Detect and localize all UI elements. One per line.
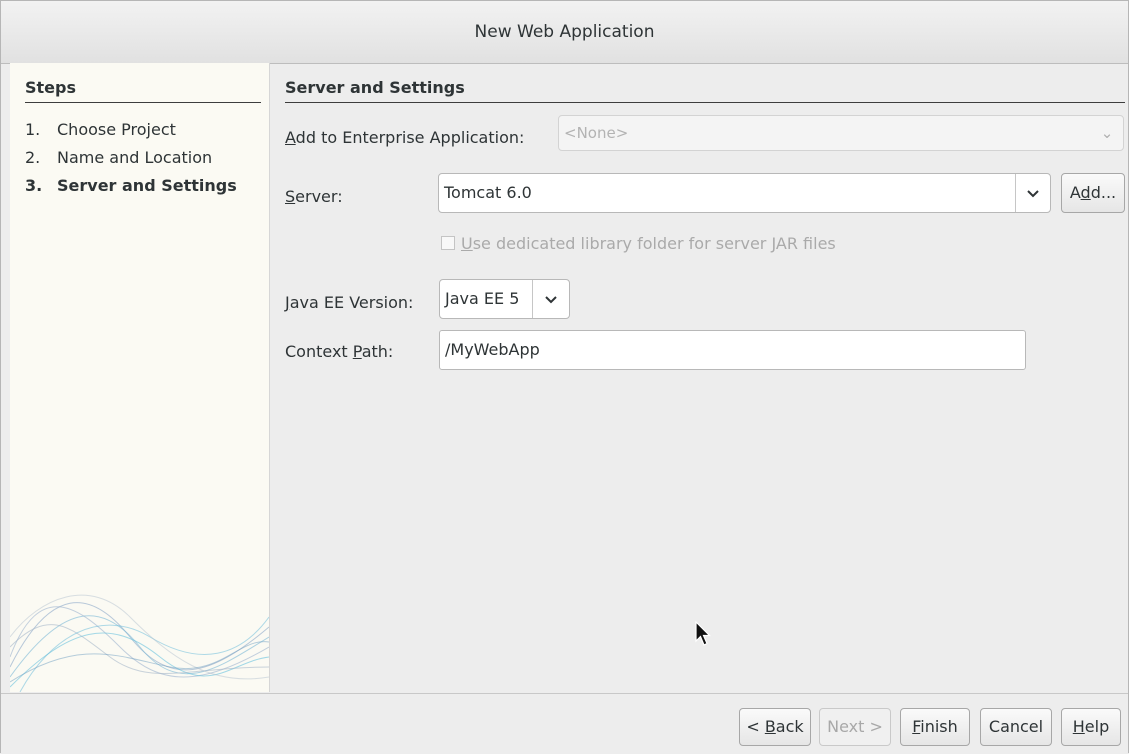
enterprise-app-combo[interactable]: <None> ⌄ bbox=[558, 115, 1124, 151]
step-item: 1. Choose Project bbox=[25, 120, 176, 139]
title-bar[interactable]: New Web Application bbox=[1, 1, 1128, 64]
chevron-down-icon: ⌄ bbox=[1100, 124, 1114, 142]
enterprise-app-label: Add to Enterprise Application: bbox=[285, 128, 525, 147]
decorative-wave-icon bbox=[10, 594, 269, 692]
cancel-button[interactable]: Cancel bbox=[980, 708, 1052, 746]
finish-button[interactable]: Finish bbox=[900, 708, 970, 746]
settings-panel: Server and Settings Add to Enterprise Ap… bbox=[269, 63, 1129, 692]
mouse-pointer-icon bbox=[695, 621, 711, 646]
steps-list: 1. Choose Project 2. Name and Location 3. S… bbox=[25, 116, 237, 200]
steps-panel: Steps 1. Choose Project 2. Name and Locati… bbox=[10, 63, 270, 692]
step-item-current: 3. Server and Settings bbox=[25, 176, 237, 195]
window-title: New Web Application bbox=[474, 22, 655, 42]
back-button[interactable]: < Back bbox=[739, 708, 811, 746]
checkbox-icon bbox=[441, 236, 455, 250]
chevron-down-icon bbox=[1015, 174, 1050, 212]
server-combo[interactable]: Tomcat 6.0 bbox=[438, 173, 1051, 213]
next-button[interactable]: Next > bbox=[819, 708, 891, 746]
context-path-input[interactable]: /MyWebApp bbox=[439, 330, 1026, 370]
panel-heading: Server and Settings bbox=[285, 78, 1125, 103]
dialog-window: New Web Application Steps 1. Choose Proje… bbox=[0, 0, 1129, 754]
server-label: Server: bbox=[285, 187, 343, 206]
chevron-down-icon bbox=[532, 280, 569, 318]
add-server-button[interactable]: Add... bbox=[1061, 173, 1125, 213]
steps-heading: Steps bbox=[25, 78, 261, 103]
button-bar: < Back Next > Finish Cancel Help bbox=[1, 693, 1128, 754]
javaee-version-combo[interactable]: Java EE 5 bbox=[439, 279, 570, 319]
step-item: 2. Name and Location bbox=[25, 148, 213, 167]
javaee-version-label: Java EE Version: bbox=[285, 293, 414, 312]
context-path-label: Context Path: bbox=[285, 342, 394, 361]
help-button[interactable]: Help bbox=[1061, 708, 1121, 746]
dedicated-library-checkbox[interactable]: Use dedicated library folder for server … bbox=[441, 234, 836, 253]
